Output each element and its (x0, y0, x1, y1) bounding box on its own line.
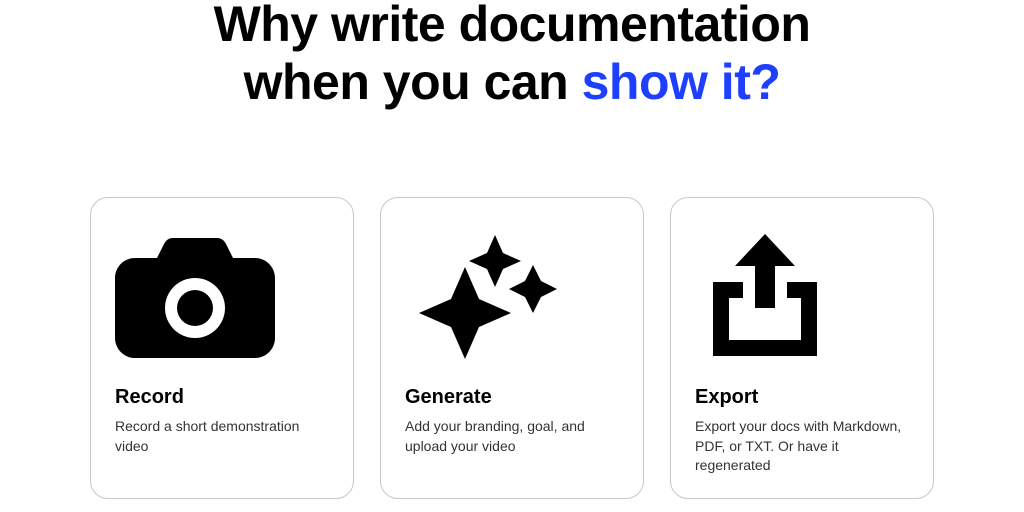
card-title: Export (695, 386, 911, 409)
card-title: Generate (405, 386, 621, 409)
card-description: Add your branding, goal, and upload your… (405, 417, 621, 456)
card-description: Record a short demonstration video (115, 417, 331, 456)
card-title: Record (115, 386, 331, 409)
hero-line1: Why write documentation (214, 0, 811, 52)
hero-highlight: show it? (582, 54, 781, 110)
feature-card-generate: Generate Add your branding, goal, and up… (380, 197, 644, 499)
camera-icon (115, 222, 331, 372)
feature-cards-row: Record Record a short demonstration vide… (0, 197, 1024, 499)
hero-line2-prefix: when you can (244, 54, 582, 110)
sparkles-icon (405, 222, 621, 372)
export-icon (695, 222, 911, 372)
feature-card-record: Record Record a short demonstration vide… (90, 197, 354, 499)
card-description: Export your docs with Markdown, PDF, or … (695, 417, 911, 476)
hero-heading: Why write documentation when you can sho… (0, 0, 1024, 111)
feature-card-export: Export Export your docs with Markdown, P… (670, 197, 934, 499)
